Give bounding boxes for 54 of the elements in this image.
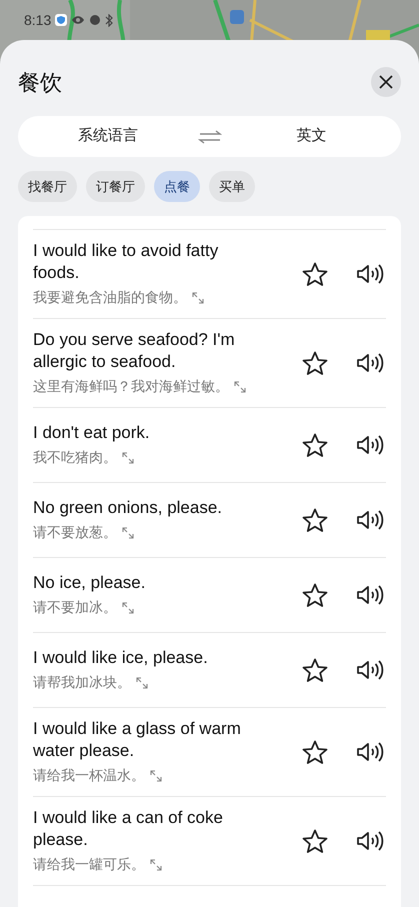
category-tab[interactable]: 订餐厅 xyxy=(86,171,145,202)
speaker-icon[interactable] xyxy=(356,659,384,681)
category-tab[interactable]: 找餐厅 xyxy=(18,171,77,202)
star-icon[interactable] xyxy=(302,508,328,532)
expand-icon[interactable] xyxy=(121,450,135,464)
speaker-icon[interactable] xyxy=(356,830,384,852)
expand-icon[interactable] xyxy=(191,290,205,304)
phrase-text: No ice, please. xyxy=(33,572,146,594)
phrase-text: I would like to avoid fatty foods. xyxy=(33,240,220,284)
star-icon[interactable] xyxy=(302,432,328,458)
star-icon[interactable] xyxy=(302,350,328,376)
category-tab[interactable]: 买单 xyxy=(209,171,255,202)
expand-icon[interactable] xyxy=(149,858,163,872)
speaker-icon[interactable] xyxy=(356,434,384,456)
phrase-text: Do you serve seafood? I'm allergic to seafood. xyxy=(33,329,236,373)
speaker-icon[interactable] xyxy=(356,584,384,606)
expand-icon[interactable] xyxy=(121,526,135,540)
translation-text: 请给我一罐可乐。 xyxy=(33,855,145,874)
expand-icon[interactable] xyxy=(149,768,163,782)
expand-icon[interactable] xyxy=(233,380,247,394)
close-button[interactable] xyxy=(371,67,401,97)
phrase-text: I would like ice, please. xyxy=(33,647,209,669)
star-icon[interactable] xyxy=(302,740,328,764)
star-icon[interactable] xyxy=(302,828,328,854)
translation-text: 我要避免含油脂的食物。 xyxy=(33,288,187,307)
phrase-text: I would like a can of coke please. xyxy=(33,807,224,851)
status-time: 8:13 xyxy=(24,10,52,30)
shield-icon xyxy=(55,14,68,26)
speaker-icon[interactable] xyxy=(356,509,384,531)
source-language[interactable]: 系统语言 xyxy=(18,125,198,148)
phrase-text: I don't eat pork. xyxy=(33,422,151,444)
translation-text: 请不要加冰。 xyxy=(33,598,117,617)
translation-text: 请帮我加冰块。 xyxy=(33,673,131,692)
star-icon[interactable] xyxy=(302,262,328,286)
bluetooth-icon xyxy=(105,14,114,26)
close-icon xyxy=(379,75,393,89)
expand-icon[interactable] xyxy=(121,600,135,614)
swap-icon[interactable] xyxy=(198,130,222,144)
translation-text: 我不吃猪肉。 xyxy=(33,448,117,467)
translation-text: 这里有海鲜吗？我对海鲜过敏。 xyxy=(33,377,229,396)
eye-icon xyxy=(71,15,86,25)
translation-text: 请给我一杯温水。 xyxy=(33,766,145,785)
star-icon[interactable] xyxy=(302,582,328,608)
category-tab[interactable]: 点餐 xyxy=(154,171,200,202)
sheet-title: 餐饮 xyxy=(18,68,62,96)
target-language[interactable]: 英文 xyxy=(222,125,401,148)
translation-text: 请不要放葱。 xyxy=(33,523,117,542)
phrase-text: No green onions, please. xyxy=(33,497,224,519)
expand-icon[interactable] xyxy=(135,676,149,690)
phrase-text: I would like a glass of warm water please. xyxy=(33,718,242,762)
speaker-icon[interactable] xyxy=(356,741,384,763)
speaker-icon[interactable] xyxy=(356,352,384,374)
star-icon[interactable] xyxy=(302,658,328,682)
speaker-icon[interactable] xyxy=(356,263,384,285)
